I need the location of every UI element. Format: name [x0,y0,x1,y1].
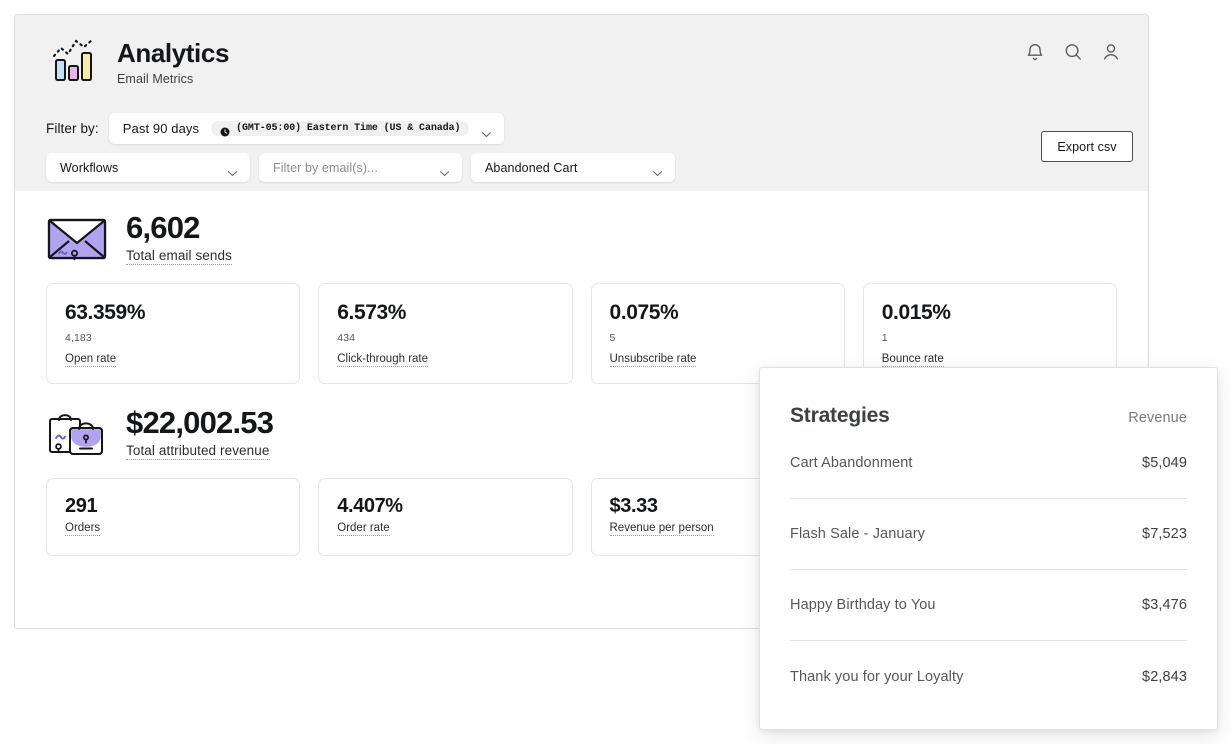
strategy-name: Flash Sale - January [790,526,925,542]
total-email-sends-label[interactable]: Total email sends [126,248,232,265]
workflows-select[interactable]: Workflows [46,153,250,182]
chevron-down-icon [227,164,238,171]
strategy-row[interactable]: Happy Birthday to You $3,476 [790,570,1187,641]
campaign-select-value: Abandoned Cart [485,161,577,175]
date-range-select[interactable]: Past 90 days (GMT-05:00) Eastern Time (U… [109,113,505,144]
metric-card-click-through-rate[interactable]: 6.573% 434 Click-through rate [318,283,572,384]
strategy-row[interactable]: Flash Sale - January $7,523 [790,499,1187,570]
strategies-header: Strategies Revenue [790,368,1187,428]
total-email-sends-summary: 6,602 Total email sends [15,211,1148,265]
metric-label[interactable]: Revenue per person [610,522,714,536]
user-icon[interactable] [1100,41,1122,63]
metric-label[interactable]: Order rate [337,522,389,536]
chevron-down-icon [481,125,492,132]
metric-label[interactable]: Click-through rate [337,353,428,367]
metric-count: 4,183 [65,332,281,344]
chevron-down-icon [652,164,663,171]
metric-count: 5 [610,332,826,344]
chevron-down-icon [439,164,450,171]
metric-card-orders[interactable]: 291 Orders [46,478,300,556]
metric-count: 1 [882,332,1098,344]
page-title: Analytics [117,40,229,67]
metric-value: 63.359% [65,301,281,324]
page-subtitle: Email Metrics [117,72,229,86]
filter-row-primary: Filter by: Past 90 days (GMT-05:00) East… [46,113,504,144]
metric-value: 291 [65,495,281,517]
campaign-select[interactable]: Abandoned Cart [471,153,675,182]
metric-value: 0.075% [610,301,826,324]
strategy-revenue: $3,476 [1142,597,1187,613]
metric-value: 0.015% [882,301,1098,324]
emails-select[interactable]: Filter by email(s)... [259,153,462,182]
strategy-revenue: $5,049 [1142,455,1187,471]
strategy-row[interactable]: Cart Abandonment $5,049 [790,428,1187,499]
clock-icon [220,124,230,134]
header-actions [1024,41,1122,63]
strategy-revenue: $7,523 [1142,526,1187,542]
search-icon[interactable] [1062,41,1084,63]
emails-select-placeholder: Filter by email(s)... [273,161,378,175]
screen: Analytics Email Metrics [0,0,1231,744]
strategy-revenue: $2,843 [1142,669,1187,685]
metric-card-open-rate[interactable]: 63.359% 4,183 Open rate [46,283,300,384]
metric-label[interactable]: Orders [65,522,100,536]
date-range-value: Past 90 days [123,121,199,136]
timezone-chip: (GMT-05:00) Eastern Time (US & Canada) [211,121,469,136]
strategy-name: Cart Abandonment [790,455,913,471]
strategies-panel: Strategies Revenue Cart Abandonment $5,0… [759,367,1218,730]
filter-row-secondary: Workflows Filter by email(s)... Abandone… [46,153,675,182]
metric-label[interactable]: Bounce rate [882,353,944,367]
total-revenue-value: $22,002.53 [126,406,273,440]
timezone-value: (GMT-05:00) Eastern Time (US & Canada) [236,123,460,134]
workflows-select-value: Workflows [60,161,118,175]
strategy-row[interactable]: Thank you for your Loyalty $2,843 [790,641,1187,712]
brand: Analytics Email Metrics [46,33,229,86]
envelope-icon [46,212,108,264]
strategies-title: Strategies [790,404,890,428]
strategy-name: Thank you for your Loyalty [790,669,963,685]
metric-value: 6.573% [337,301,553,324]
strategy-name: Happy Birthday to You [790,597,936,613]
bar-chart-trend-icon [46,35,100,85]
shopping-bags-icon [46,407,108,459]
export-csv-button[interactable]: Export csv [1041,131,1133,162]
metric-label[interactable]: Unsubscribe rate [610,353,697,367]
bell-icon[interactable] [1024,41,1046,63]
metric-count: 434 [337,332,553,344]
metric-label[interactable]: Open rate [65,353,116,367]
metric-card-order-rate[interactable]: 4.407% Order rate [318,478,572,556]
strategies-revenue-column-header: Revenue [1128,410,1187,426]
total-email-sends-value: 6,602 [126,211,232,245]
total-revenue-label[interactable]: Total attributed revenue [126,443,270,460]
metric-value: 4.407% [337,495,553,517]
filter-by-label: Filter by: [46,121,99,136]
